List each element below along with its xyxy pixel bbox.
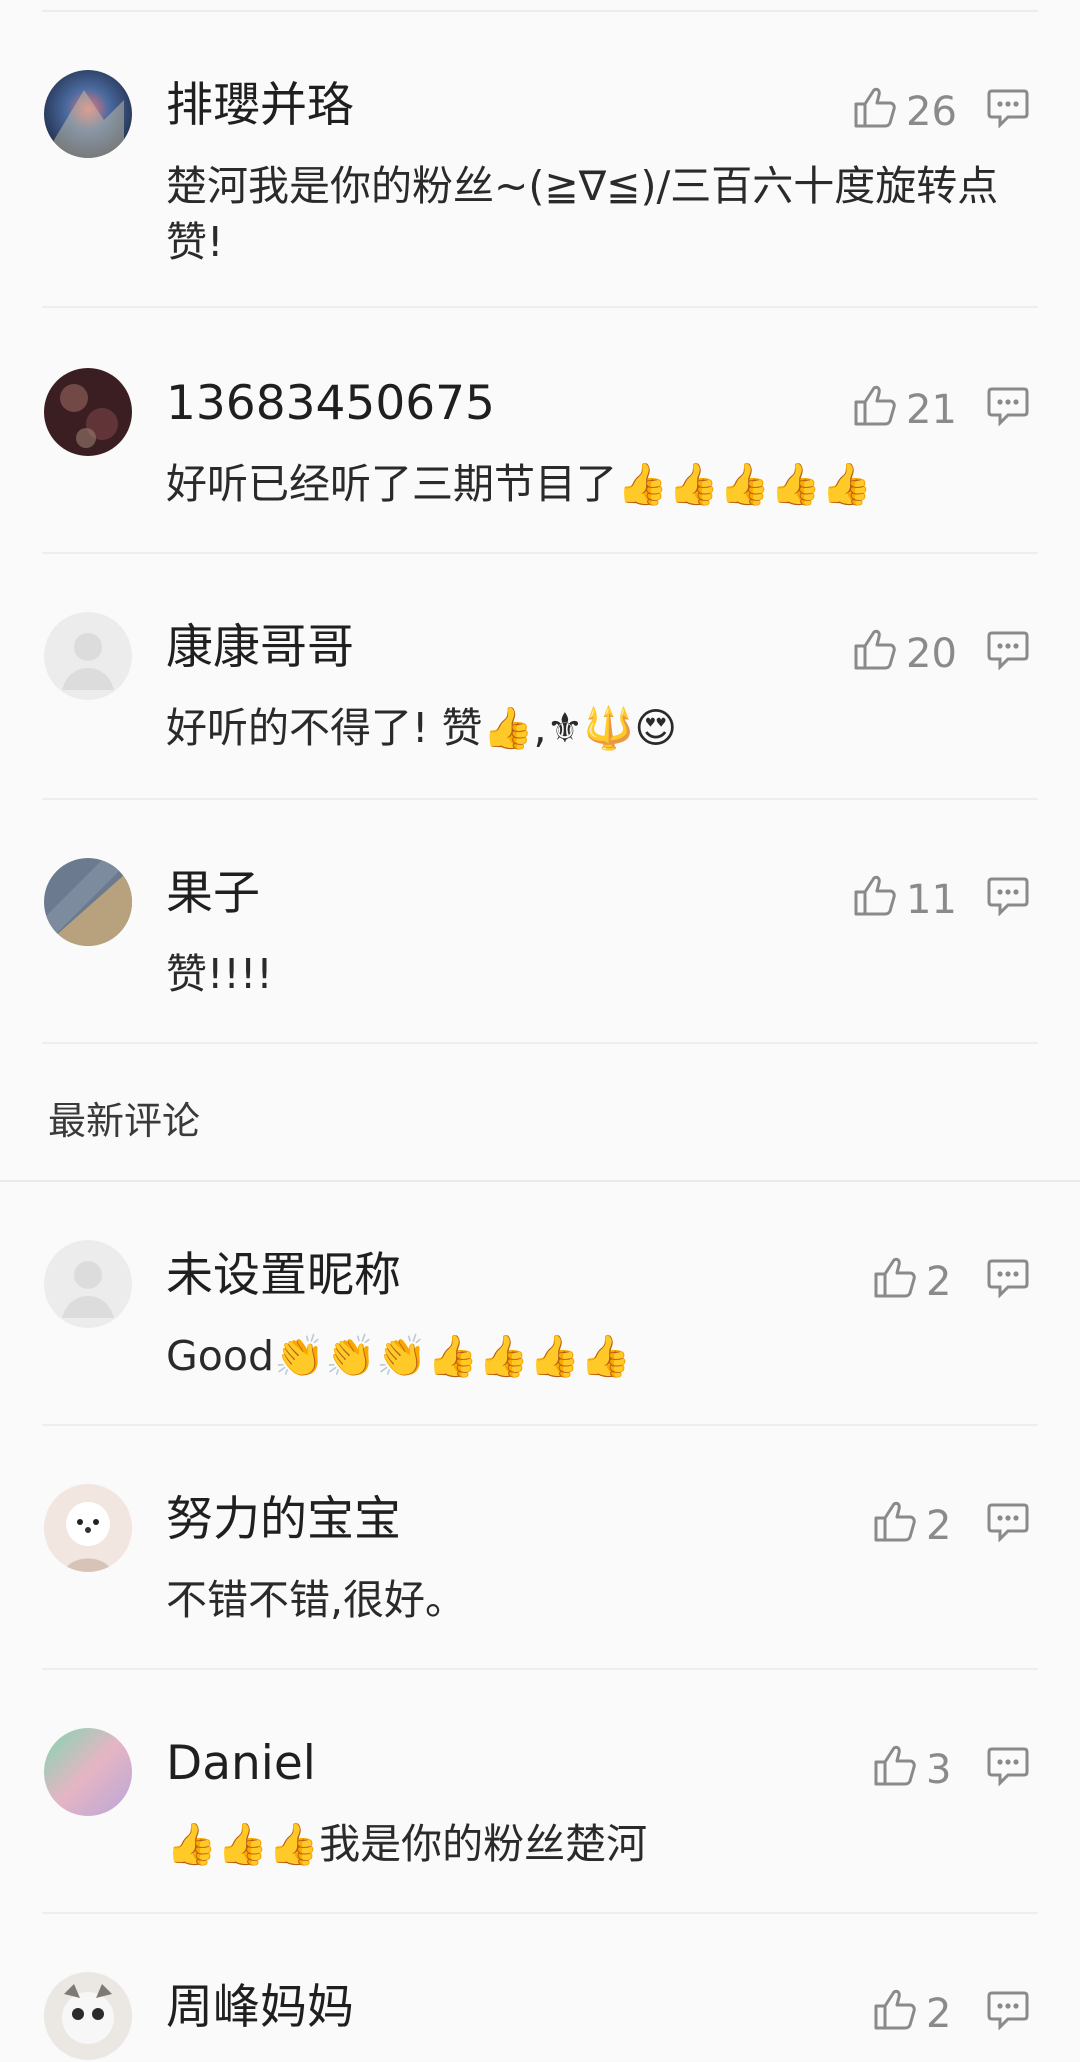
reply-button[interactable] — [986, 1746, 1030, 1787]
reply-button[interactable] — [986, 876, 1030, 917]
like-button[interactable]: 20 — [852, 626, 957, 682]
divider — [42, 306, 1038, 308]
top-divider — [42, 10, 1038, 12]
avatar[interactable] — [44, 1484, 132, 1572]
comment-text: 不错不错,很好。 — [166, 1576, 467, 1624]
like-count: 2 — [926, 1503, 952, 1549]
like-button[interactable]: 2 — [872, 1498, 951, 1554]
like-count: 21 — [906, 387, 957, 433]
reply-button[interactable] — [986, 88, 1030, 129]
thumbs-up-outline-icon — [872, 1986, 918, 2042]
like-button[interactable]: 3 — [872, 1742, 951, 1798]
comment-text: 好听已经听了三期节目了👍👍👍👍👍 — [166, 460, 873, 508]
reply-button[interactable] — [986, 1258, 1030, 1299]
comment-bubble-icon — [987, 387, 1029, 427]
comment-bubble-icon — [987, 1503, 1029, 1543]
thumbs-up-outline-icon — [852, 84, 898, 140]
section-divider — [0, 1180, 1080, 1182]
avatar-default-icon[interactable] — [44, 612, 132, 700]
divider — [42, 1042, 1038, 1044]
like-button[interactable]: 2 — [872, 1254, 951, 1310]
thumbs-up-outline-icon — [852, 872, 898, 928]
reply-button[interactable] — [986, 1502, 1030, 1543]
avatar[interactable] — [44, 858, 132, 946]
comment-bubble-icon — [987, 1259, 1029, 1299]
like-count: 26 — [906, 89, 957, 135]
like-button[interactable]: 21 — [852, 382, 957, 438]
divider — [42, 798, 1038, 800]
thumbs-up-outline-icon — [852, 626, 898, 682]
reply-button[interactable] — [986, 386, 1030, 427]
like-button[interactable]: 2 — [872, 1986, 951, 2042]
thumbs-up-outline-icon — [852, 382, 898, 438]
like-button[interactable]: 26 — [852, 84, 957, 140]
comment-text: Good👏👏👏👍👍👍👍 — [166, 1332, 632, 1380]
comments-page: 排瓔并珞 26 楚河我是你的粉丝~(≧∇≦)/三百六十度旋转点赞! 136834… — [0, 0, 1080, 2062]
divider — [42, 1424, 1038, 1426]
divider — [42, 1668, 1038, 1670]
avatar[interactable] — [44, 70, 132, 158]
comment-username[interactable]: 未设置昵称 — [166, 1246, 401, 1306]
comment-username[interactable]: 努力的宝宝 — [166, 1490, 401, 1550]
like-count: 2 — [926, 1259, 952, 1305]
section-title: 最新评论 — [48, 1099, 201, 1143]
avatar[interactable] — [44, 1728, 132, 1816]
thumbs-up-outline-icon — [872, 1742, 918, 1798]
comment-username[interactable]: 果子 — [166, 864, 260, 924]
divider — [42, 1912, 1038, 1914]
comment-username[interactable]: 排瓔并珞 — [166, 76, 354, 136]
avatar[interactable] — [44, 368, 132, 456]
comment-username[interactable]: 周峰妈妈 — [166, 1978, 354, 2038]
comment-text: 楚河我是你的粉丝~(≧∇≦)/三百六十度旋转点赞! — [166, 162, 999, 266]
reply-button[interactable] — [986, 630, 1030, 671]
like-count: 3 — [926, 1747, 952, 1793]
comment-text: 赞!!!! — [166, 950, 273, 998]
avatar-default-icon[interactable] — [44, 1240, 132, 1328]
thumbs-up-outline-icon — [872, 1254, 918, 1310]
divider — [42, 552, 1038, 554]
comment-bubble-icon — [987, 1991, 1029, 2031]
like-button[interactable]: 11 — [852, 872, 957, 928]
comment-bubble-icon — [987, 877, 1029, 917]
comment-username[interactable]: 13683450675 — [166, 374, 495, 434]
comment-bubble-icon — [987, 89, 1029, 129]
comment-bubble-icon — [987, 631, 1029, 671]
comment-text: 好听的不得了! 赞👍,⚜🔱😍 — [166, 704, 678, 752]
thumbs-up-outline-icon — [872, 1498, 918, 1554]
avatar[interactable] — [44, 1972, 132, 2060]
comment-text: 👍👍👍我是你的粉丝楚河 — [166, 1820, 648, 1868]
comment-username[interactable]: 康康哥哥 — [166, 618, 354, 678]
like-count: 20 — [906, 631, 957, 677]
comment-username[interactable]: Daniel — [166, 1734, 316, 1794]
comment-bubble-icon — [987, 1747, 1029, 1787]
like-count: 2 — [926, 1991, 952, 2037]
like-count: 11 — [906, 877, 957, 923]
reply-button[interactable] — [986, 1990, 1030, 2031]
